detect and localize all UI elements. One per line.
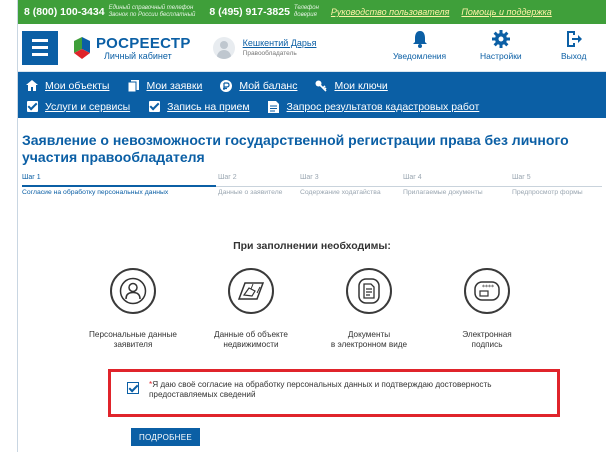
required-item-electronic-documents: Документы в электронном виде	[309, 268, 429, 350]
nav-label: Запрос результатов кадастровых работ	[286, 100, 480, 113]
step-1[interactable]: Шаг 1 Согласие на обработку персональных…	[22, 174, 168, 196]
hamburger-icon-bar	[32, 39, 48, 42]
nav-label: Запись на прием	[167, 100, 250, 113]
nav-label: Мои объекты	[45, 79, 110, 92]
step-4[interactable]: Шаг 4 Прилагаемые документы	[403, 174, 483, 196]
nav-my-requests[interactable]: Мои заявки	[127, 79, 203, 92]
property-map-icon	[228, 268, 274, 314]
nav-label: Мой баланс	[239, 79, 298, 92]
step-label: Согласие на обработку персональных данны…	[22, 189, 169, 196]
trust-phone[interactable]: 8 (495) 917-3825	[209, 6, 290, 18]
main-navigation: Мои объекты Мои заявки Мой баланс Мои кл…	[18, 72, 606, 118]
user-guide-link[interactable]: Руководство пользователя	[331, 7, 450, 17]
required-item-digital-signature: **** Электронная подпись	[427, 268, 547, 350]
step-number: Шаг 2	[218, 174, 237, 181]
hotline-phone[interactable]: 8 (800) 100-3434	[24, 6, 105, 18]
hamburger-icon-bar	[32, 53, 48, 56]
checkbox-icon	[26, 101, 38, 113]
svg-text:****: ****	[482, 284, 494, 291]
trust-phone-note: Телефон доверия	[293, 5, 319, 18]
nav-label: Мои заявки	[146, 79, 203, 92]
nav-my-objects[interactable]: Мои объекты	[26, 80, 109, 92]
required-items: Персональные данные заявителя Данные об …	[18, 268, 606, 378]
documents-icon	[127, 79, 139, 92]
more-button[interactable]: ПОДРОБНЕЕ	[131, 428, 200, 446]
nav-label: Мои ключи	[334, 79, 388, 92]
step-number: Шаг 5	[512, 174, 531, 181]
ruble-icon	[220, 79, 233, 92]
logout-icon	[566, 31, 582, 47]
consent-block: *Я даю своё согласие на обработку персон…	[108, 369, 560, 417]
digital-signature-card-icon: ****	[464, 268, 510, 314]
avatar	[212, 36, 235, 59]
consent-label: Я даю своё согласие на обработку персона…	[149, 380, 492, 399]
nav-services[interactable]: Услуги и сервисы	[26, 101, 130, 113]
nav-cadastral-request[interactable]: Запрос результатов кадастровых работ	[268, 100, 480, 113]
required-heading: При заполнении необходимы:	[233, 240, 391, 252]
nav-label: Услуги и сервисы	[45, 100, 131, 113]
wizard-steps: Шаг 1 Согласие на обработку персональных…	[18, 174, 606, 210]
hamburger-icon-bar	[32, 46, 48, 49]
help-support-link[interactable]: Помощь и поддержка	[461, 7, 551, 17]
bell-icon	[412, 31, 427, 48]
nav-my-balance[interactable]: Мой баланс	[220, 79, 298, 92]
logout-label: Выход	[561, 51, 587, 61]
notifications-button[interactable]: Уведомления	[393, 30, 446, 61]
step-3[interactable]: Шаг 3 Содержание ходатайства	[300, 174, 381, 196]
required-item-label: Данные об объекте недвижимости	[214, 330, 288, 349]
consent-text[interactable]: *Я даю своё согласие на обработку персон…	[149, 380, 539, 400]
rosreestr-emblem-icon	[74, 36, 90, 59]
required-item-label: Персональные данные заявителя	[89, 330, 177, 349]
key-icon	[315, 80, 328, 92]
user-role: Правообладатель	[242, 50, 297, 57]
step-number: Шаг 3	[300, 174, 319, 181]
hamburger-menu-button[interactable]	[22, 30, 58, 65]
gear-icon	[491, 30, 510, 48]
step-number: Шаг 1	[22, 174, 41, 181]
checkbox-icon	[148, 101, 160, 113]
required-item-personal-data: Персональные данные заявителя	[73, 268, 193, 350]
brand-name: РОСРЕЕСТР	[96, 34, 191, 52]
page-title: Заявление о невозможности государственно…	[22, 132, 569, 165]
settings-button[interactable]: Настройки	[480, 30, 522, 61]
notifications-label: Уведомления	[393, 51, 447, 61]
required-item-label: Электронная подпись	[462, 330, 512, 349]
user-profile[interactable]: Кешкентий Дарья Правообладатель	[212, 36, 317, 59]
step-number: Шаг 4	[403, 174, 422, 181]
brand-subtitle: Личный кабинет	[104, 50, 172, 61]
step-label: Данные о заявителе	[218, 189, 283, 196]
step-2[interactable]: Шаг 2 Данные о заявителе	[218, 174, 282, 196]
person-icon	[110, 268, 156, 314]
header: РОСРЕЕСТР Личный кабинет Кешкентий Дарья…	[18, 24, 606, 72]
logout-button[interactable]: Выход	[561, 30, 586, 61]
nav-appointment[interactable]: Запись на прием	[148, 100, 250, 113]
step-label: Прилагаемые документы	[403, 189, 483, 196]
top-info-bar: 8 (800) 100-3434 Единый справочный телеф…	[18, 0, 606, 24]
required-item-property-data: Данные об объекте недвижимости	[191, 268, 311, 350]
step-label: Предпросмотр формы	[512, 189, 583, 196]
hotline-note: Единый справочный телефон Звонок по Росс…	[108, 5, 196, 18]
consent-checkbox[interactable]	[127, 382, 139, 394]
home-icon	[26, 80, 38, 92]
nav-my-keys[interactable]: Мои ключи	[315, 79, 388, 92]
file-icon	[268, 100, 280, 113]
step-label: Содержание ходатайства	[300, 189, 381, 196]
step-5[interactable]: Шаг 5 Предпросмотр формы	[512, 174, 583, 196]
electronic-document-icon	[346, 268, 392, 314]
settings-label: Настройки	[480, 51, 522, 61]
required-item-label: Документы в электронном виде	[330, 330, 408, 349]
user-name[interactable]: Кешкентий Дарья	[243, 38, 317, 48]
rosreestr-logo[interactable]: РОСРЕЕСТР Личный кабинет	[72, 35, 191, 61]
